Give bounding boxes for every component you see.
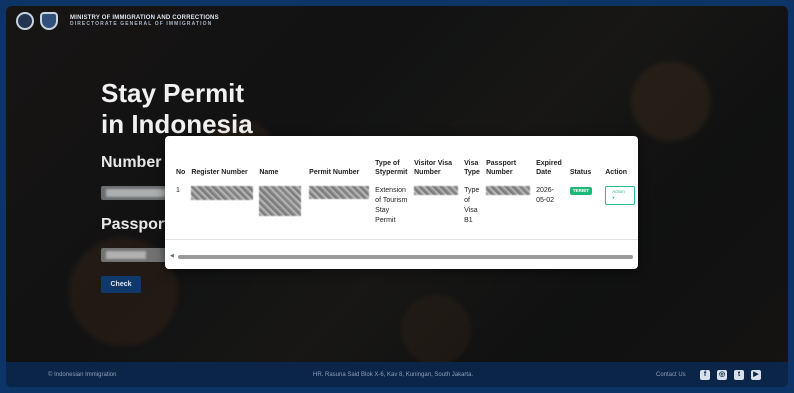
col-permit-number: Permit Number — [309, 168, 360, 176]
redacted-visitor-visa-number — [414, 185, 459, 195]
col-status: Status — [569, 168, 592, 176]
table-header-row: No Register Number Name Permit Number Ty… — [173, 160, 638, 182]
col-visitor-visa-number: Visitor Visa Number — [414, 160, 452, 176]
hero-title: Stay Permit in Indonesia — [101, 78, 271, 140]
cell-permit-number — [306, 182, 372, 227]
col-no: No — [176, 168, 186, 176]
redacted-passport-number — [486, 185, 531, 195]
cell-passport-number — [483, 182, 533, 227]
stay-permit-result-modal: No Register Number Name Permit Number Ty… — [165, 136, 638, 269]
cell-expired-date: 2026-05-02 — [536, 186, 554, 204]
col-type-of-stypermit: Type of Stypermit — [375, 160, 408, 176]
twitter-icon[interactable]: t — [734, 370, 744, 380]
site-footer: © Indonesian Immigration HR. Rasuna Said… — [6, 362, 788, 387]
row-divider — [165, 239, 638, 240]
cell-visa-type: Type of Visa B1 — [464, 186, 480, 224]
col-action: Action — [605, 168, 628, 176]
status-badge: TERBIT — [569, 186, 593, 196]
passport-label: Passport — [101, 216, 170, 233]
number-label: Number — [101, 154, 162, 171]
contact-us-link[interactable]: Contact Us — [656, 372, 686, 378]
action-dropdown-button[interactable]: Action ▾ — [605, 185, 635, 205]
col-expired-date: Expired Date — [536, 160, 562, 176]
check-button[interactable]: Check — [101, 276, 141, 293]
redacted-number-value — [106, 189, 166, 197]
cell-name — [256, 182, 306, 227]
redacted-passport-value — [106, 251, 146, 259]
cell-no: 1 — [176, 186, 180, 194]
ministry-logo-icon — [16, 12, 34, 30]
cell-register-number — [188, 182, 256, 227]
col-name: Name — [259, 168, 279, 176]
organization-name: MINISTRY OF IMMIGRATION AND CORRECTIONS … — [70, 15, 219, 27]
redacted-name — [259, 185, 302, 216]
footer-address: HR. Rasuna Said Blok X-6, Kav 8, Kuninga… — [313, 371, 474, 378]
facebook-icon[interactable]: f — [700, 370, 710, 380]
col-visa-type: Visa Type — [464, 160, 480, 176]
youtube-icon[interactable]: ▶ — [751, 370, 761, 380]
redacted-permit-number — [309, 185, 370, 199]
redacted-register-number — [191, 185, 254, 200]
col-passport-number: Passport Number — [486, 160, 517, 176]
immigration-shield-icon — [40, 12, 58, 30]
scrollbar-thumb[interactable] — [178, 255, 633, 259]
directorate-name: DIRECTORATE GENERAL OF IMMIGRATION — [70, 20, 213, 27]
horizontal-scrollbar[interactable]: ◀ — [170, 253, 633, 259]
instagram-icon[interactable]: ◎ — [717, 370, 727, 380]
scroll-left-icon[interactable]: ◀ — [170, 253, 174, 259]
table-row: 1 Extension of Tourism Stay Permit Type … — [173, 182, 638, 227]
cell-visitor-visa-number — [411, 182, 461, 227]
cell-status: TERBIT — [567, 182, 602, 227]
footer-copyright: © Indonesian Immigration — [48, 371, 117, 378]
cell-type-of-stypermit: Extension of Tourism Stay Permit — [375, 186, 408, 224]
site-header: MINISTRY OF IMMIGRATION AND CORRECTIONS … — [16, 12, 219, 30]
results-table: No Register Number Name Permit Number Ty… — [173, 160, 638, 226]
hero-title-line1: Stay Permit — [101, 78, 245, 108]
col-register-number: Register Number — [191, 168, 248, 176]
cell-action: Action ▾ — [602, 182, 638, 227]
